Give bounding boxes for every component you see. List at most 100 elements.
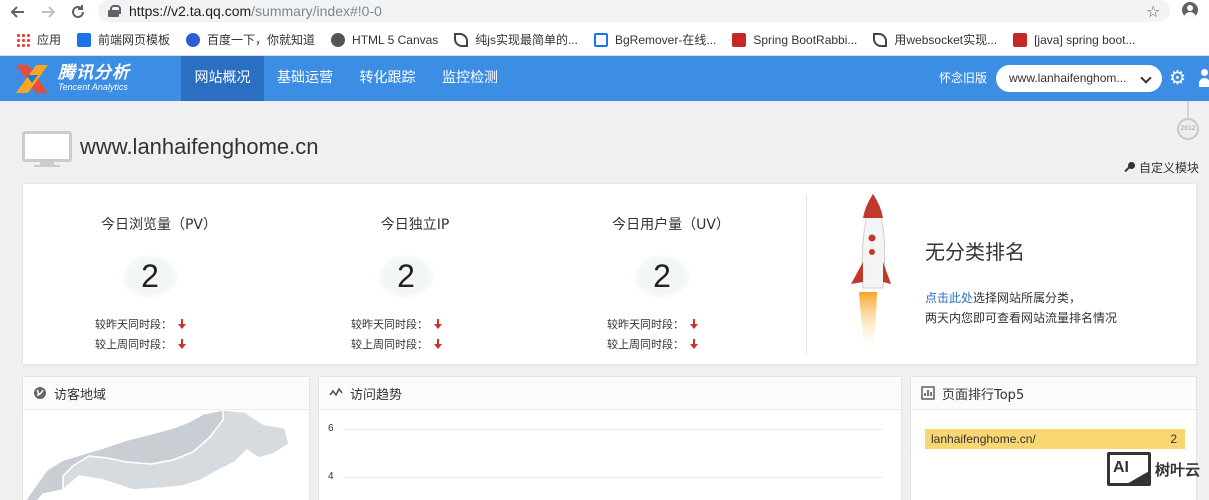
card-header: 访客地域 xyxy=(23,377,309,410)
visitor-region-card: 访客地域 xyxy=(22,376,310,500)
trend-line-icon xyxy=(329,387,343,397)
user-icon[interactable] xyxy=(1199,69,1209,87)
bookmark-item[interactable]: Spring BootRabbi... xyxy=(726,28,863,52)
globe-icon xyxy=(34,387,46,399)
lock-icon xyxy=(108,5,121,17)
stat-pv: 今日浏览量（PV） 2 较昨天同时段： 较上周同时段： xyxy=(31,184,287,366)
csdn-icon xyxy=(1013,32,1028,47)
forward-button[interactable] xyxy=(34,0,62,24)
brand: 腾讯分析 Tencent Analytics xyxy=(58,64,130,93)
down-arrow-icon xyxy=(434,339,442,349)
tencent-analytics-logo-icon[interactable] xyxy=(14,61,50,97)
gear-icon[interactable]: ⚙ xyxy=(1169,68,1186,88)
card-title: 访客地域 xyxy=(54,387,107,403)
brand-name-en: Tencent Analytics xyxy=(58,82,128,92)
address-bar[interactable]: https://v2.ta.qq.com/summary/index#!0-0 xyxy=(98,0,1170,22)
card-header: 访问趋势 xyxy=(319,377,901,410)
monitor-icon xyxy=(22,131,72,167)
main-content: 2012 www.lanhaifenghome.cn 自定义模块 今日浏览量（P… xyxy=(0,101,1209,500)
ranking-description: 点击此处选择网站所属分类， 两天内您即可查看网站流量排名情况 xyxy=(925,291,1118,325)
nav-basic-operations[interactable]: 基础运营 xyxy=(264,56,346,101)
compare-last-week: 较上周同时段： xyxy=(351,336,442,352)
compare-yesterday: 较昨天同时段： xyxy=(351,316,442,332)
account-icon[interactable] xyxy=(1182,2,1198,18)
site-select-value: www.lanhaifenghom... xyxy=(1009,71,1127,85)
bookmark-item[interactable]: 百度一下，你就知道 xyxy=(180,28,321,52)
bookmark-item[interactable]: 纯js实现最简单的... xyxy=(448,28,584,52)
wrench-icon xyxy=(1124,162,1135,173)
back-button[interactable] xyxy=(4,0,32,24)
y-axis-tick: 4 xyxy=(328,471,334,482)
bookmark-item[interactable]: [java] spring boot... xyxy=(1007,28,1141,52)
compare-last-week: 较上周同时段： xyxy=(95,336,186,352)
url-host: https://v2.ta.qq.com xyxy=(129,3,252,19)
app-navbar: 腾讯分析 Tencent Analytics 网站概况 基础运营 转化跟踪 监控… xyxy=(0,56,1209,101)
stat-label: 今日浏览量（PV） xyxy=(100,217,218,233)
nav-monitoring[interactable]: 监控检测 xyxy=(429,56,511,101)
watermark-logo: AI 树叶云 xyxy=(1107,452,1200,486)
bookmark-item[interactable]: 前端网页模板 xyxy=(71,28,176,52)
stat-label: 今日独立IP xyxy=(380,217,450,233)
stat-uv: 今日用户量（UV） 2 较昨天同时段： 较上周同时段： xyxy=(543,184,799,366)
top5-page: lanhaifenghome.cn/ xyxy=(931,432,1036,446)
bookmark-item[interactable]: BgRemover-在线... xyxy=(588,28,722,52)
anniversary-badge[interactable]: 2012 xyxy=(1177,118,1199,140)
leaf-icon xyxy=(454,32,469,47)
baidu-paw-icon xyxy=(186,32,201,47)
down-arrow-icon xyxy=(690,319,698,329)
grid-line xyxy=(343,429,883,430)
browser-toolbar: https://v2.ta.qq.com/summary/index#!0-0 … xyxy=(0,0,1209,24)
site-select[interactable]: www.lanhaifenghom... xyxy=(996,65,1162,92)
reload-icon xyxy=(72,5,84,18)
compare-yesterday: 较昨天同时段： xyxy=(95,316,186,332)
down-arrow-icon xyxy=(178,339,186,349)
globe-icon xyxy=(331,32,346,47)
bookmark-item[interactable]: HTML 5 Canvas xyxy=(325,28,444,52)
apps-grid-icon xyxy=(16,32,30,47)
stat-value[interactable]: 2 xyxy=(633,254,691,299)
watermark-box: AI xyxy=(1107,452,1151,486)
grid-line xyxy=(343,477,883,478)
bookmark-item[interactable]: 用websocket实现... xyxy=(867,28,1003,52)
divider xyxy=(806,194,807,356)
frame-icon xyxy=(593,32,608,47)
customize-modules-button[interactable]: 自定义模块 xyxy=(1124,159,1199,176)
china-map[interactable] xyxy=(23,410,309,500)
stat-ip: 今日独立IP 2 较昨天同时段： 较上周同时段： xyxy=(287,184,543,366)
nav-site-overview[interactable]: 网站概况 xyxy=(181,56,264,101)
back-arrow-icon xyxy=(10,6,24,18)
watermark-text: 树叶云 xyxy=(1155,460,1201,479)
top5-row[interactable]: lanhaifenghome.cn/ 2 xyxy=(925,429,1185,449)
compare-last-week: 较上周同时段： xyxy=(607,336,698,352)
bookmark-favicon-icon xyxy=(77,32,92,47)
rocket-icon xyxy=(851,192,891,354)
bookmarks-bar: 应用 前端网页模板 百度一下，你就知道 HTML 5 Canvas 纯js实现最… xyxy=(0,24,1209,56)
y-axis-tick: 6 xyxy=(328,423,334,434)
chevron-down-icon xyxy=(1140,72,1152,84)
csdn-icon xyxy=(732,32,747,47)
visit-trend-card: 访问趋势 6 4 xyxy=(318,376,902,500)
badge-string xyxy=(1187,101,1189,119)
down-arrow-icon xyxy=(690,339,698,349)
stat-label: 今日用户量（UV） xyxy=(612,217,730,233)
reload-button[interactable] xyxy=(64,0,92,24)
ranking-title: 无分类排名 xyxy=(925,240,1025,264)
bookmark-apps[interactable]: 应用 xyxy=(10,28,67,52)
nav-conversion-tracking[interactable]: 转化跟踪 xyxy=(346,56,429,101)
stat-value[interactable]: 2 xyxy=(121,254,179,299)
customize-label: 自定义模块 xyxy=(1139,161,1200,175)
down-arrow-icon xyxy=(178,319,186,329)
summary-panel: 今日浏览量（PV） 2 较昨天同时段： 较上周同时段： 今日独立IP 2 较昨天… xyxy=(22,183,1197,365)
ranking-category-link[interactable]: 点击此处 xyxy=(925,291,973,305)
leaf-icon xyxy=(873,32,888,47)
bookmark-star-icon[interactable]: ☆ xyxy=(1146,2,1160,21)
card-header: 页面排行Top5 xyxy=(911,377,1196,410)
forward-arrow-icon xyxy=(42,6,56,18)
page-title: www.lanhaifenghome.cn xyxy=(80,134,319,159)
top5-count: 2 xyxy=(1170,432,1177,446)
compare-yesterday: 较昨天同时段： xyxy=(607,316,698,332)
stat-value[interactable]: 2 xyxy=(377,254,435,299)
card-title: 访问趋势 xyxy=(350,387,403,403)
old-version-link[interactable]: 怀念旧版 xyxy=(939,56,987,101)
card-title: 页面排行Top5 xyxy=(942,387,1025,403)
